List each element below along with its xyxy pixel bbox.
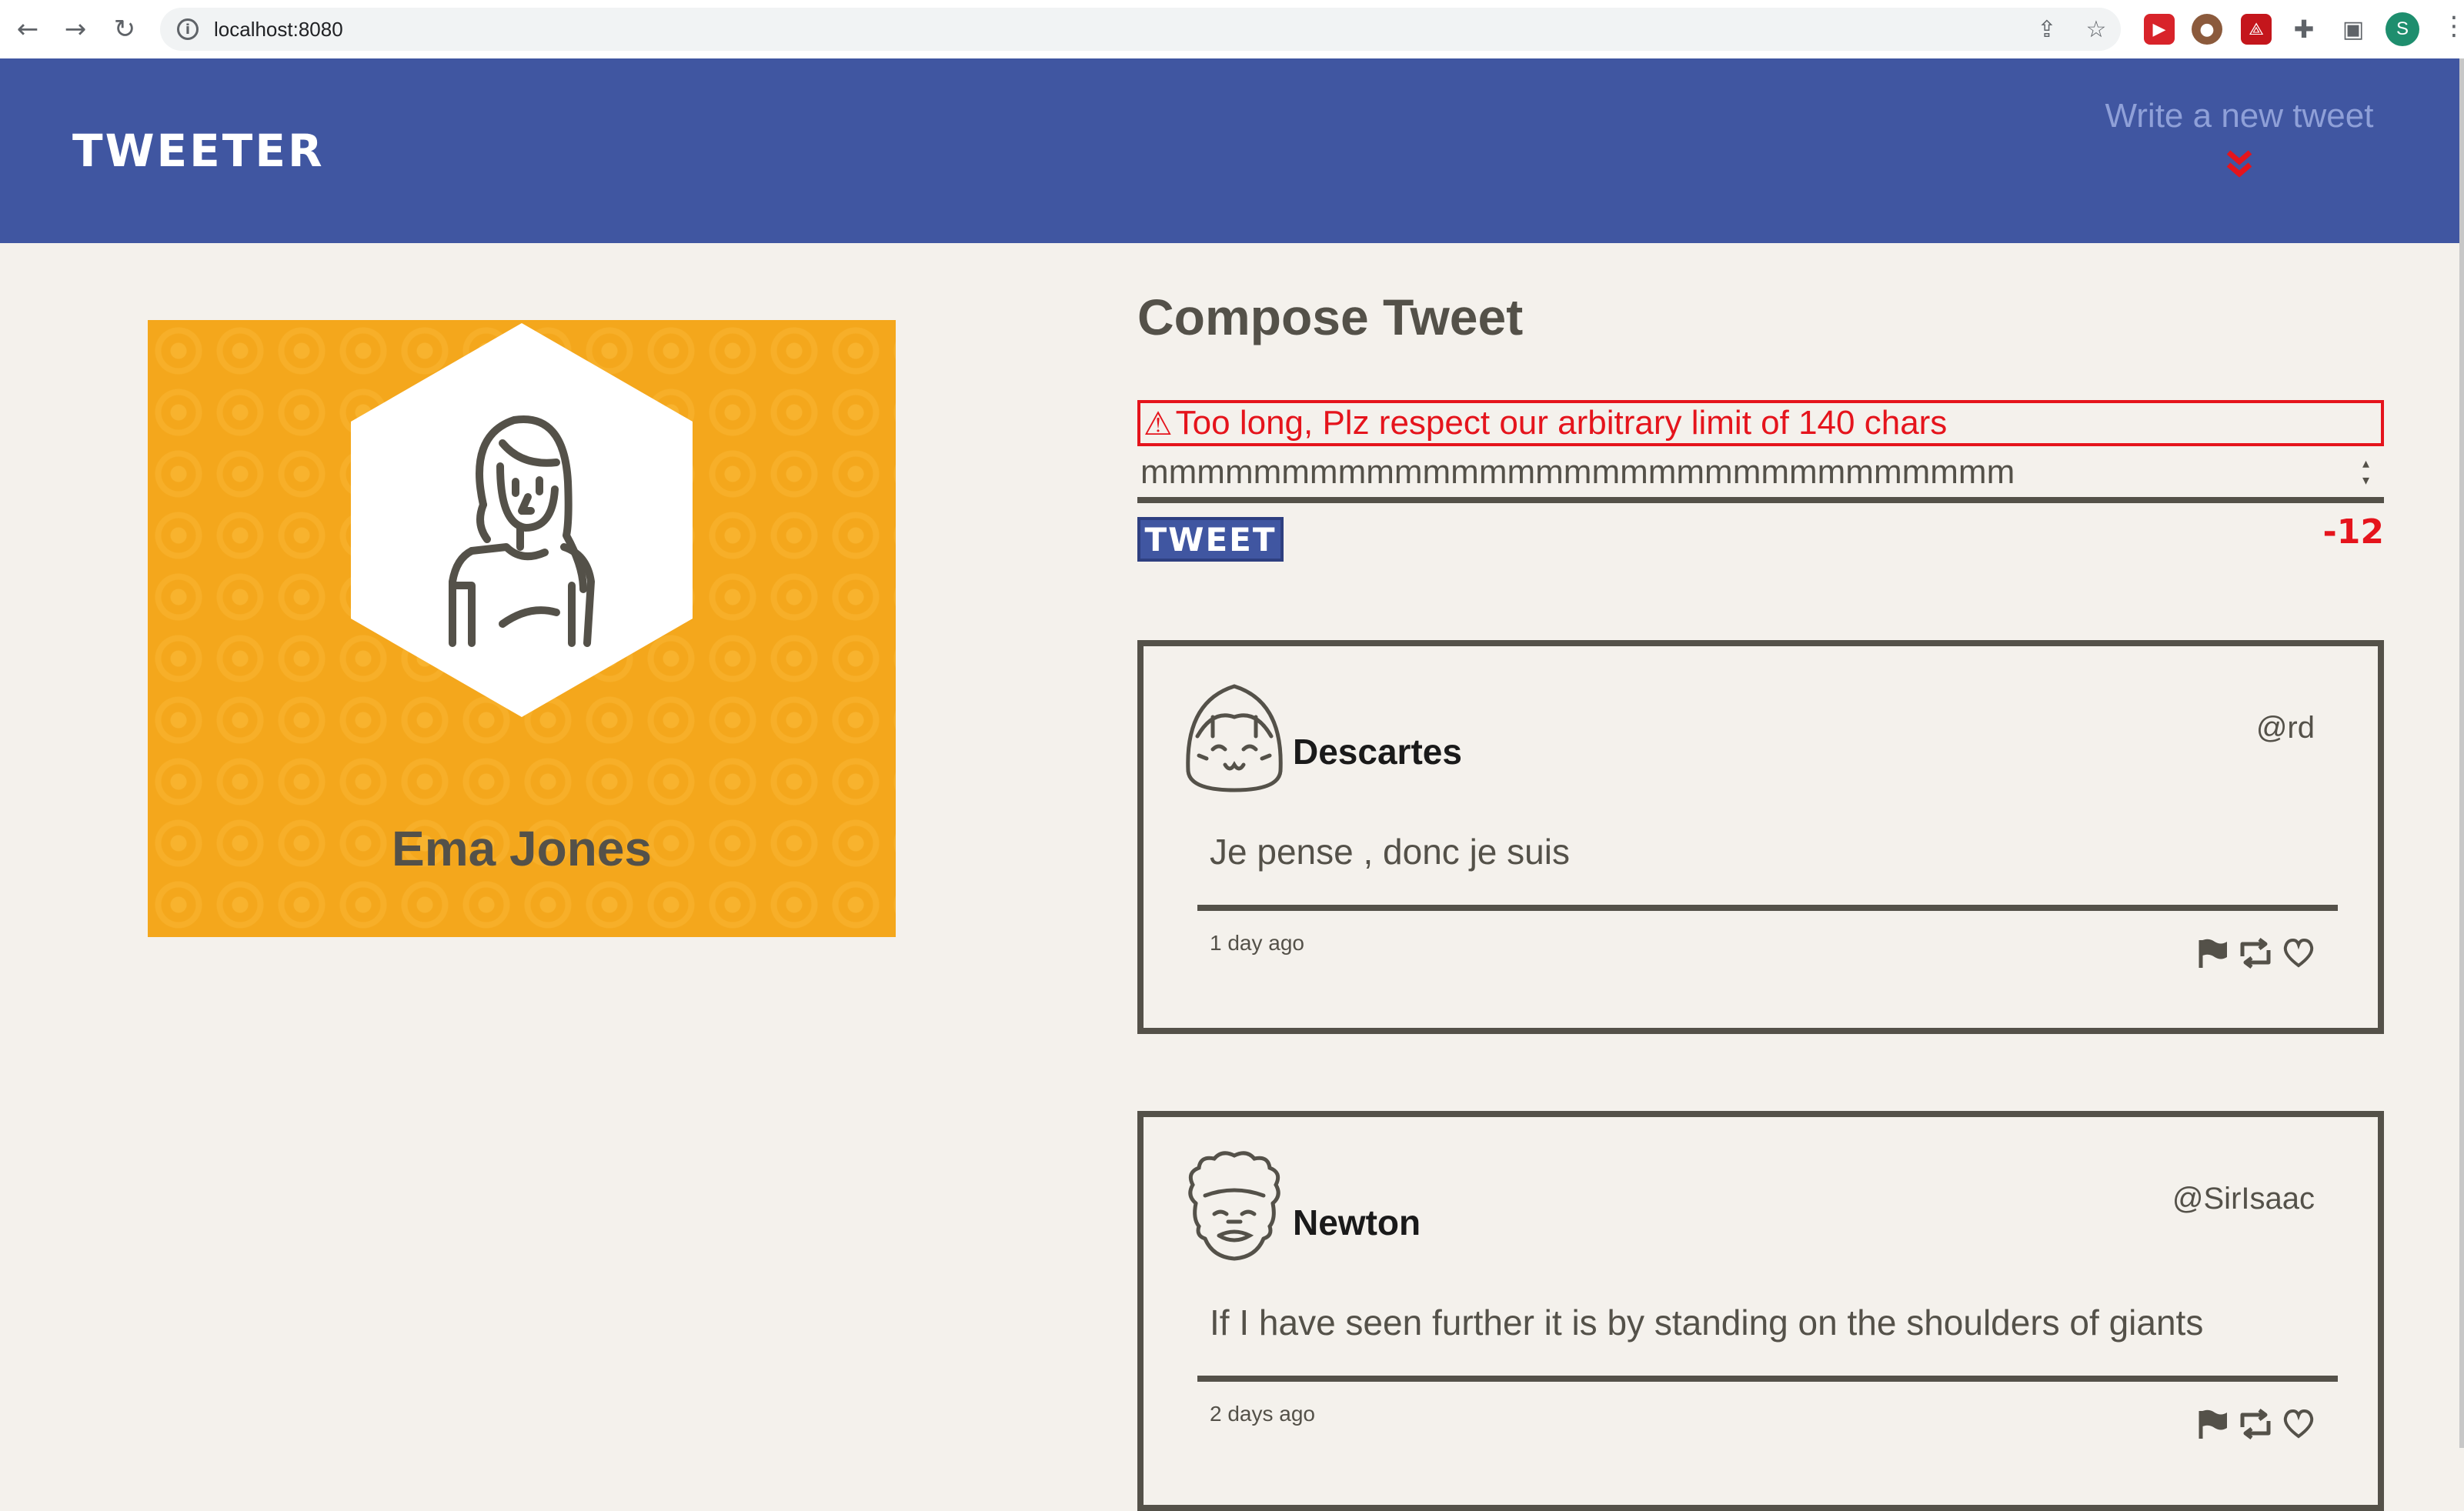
tweet-card: Newton @SirIsaac If I have seen further …: [1137, 1111, 2384, 1511]
chevron-double-down-icon[interactable]: [2218, 149, 2261, 185]
app-header: TWEETER Write a new tweet: [0, 58, 2459, 243]
warning-icon: ⚠: [1144, 405, 1173, 442]
compose-title: Compose Tweet: [1137, 289, 1524, 345]
address-bar[interactable]: i localhost:8080 ⇪ ☆: [160, 8, 2121, 51]
user-avatar-icon: [449, 415, 595, 647]
url-text: localhost:8080: [214, 17, 343, 41]
forward-icon[interactable]: →: [54, 8, 97, 51]
tweet-textarea[interactable]: mmmmmmmmmmmmmmmmmmmmmmmmmmmmmmm: [1137, 451, 2384, 494]
flag-icon[interactable]: [2193, 934, 2232, 972]
error-text: Too long, Plz respect our arbitrary limi…: [1175, 404, 1948, 442]
tweet-timestamp: 2 days ago: [1210, 1402, 1315, 1426]
tweet-divider: [1197, 905, 2338, 911]
browser-toolbar: ← → ↻ i localhost:8080 ⇪ ☆ ▶ ● ⟁ ✚ ▣ S ⋮: [0, 0, 2464, 60]
tweet-actions: [2193, 934, 2318, 972]
share-icon[interactable]: ⇪: [2033, 15, 2061, 43]
avatar-hexagon: [351, 323, 693, 717]
write-new-tweet-link[interactable]: Write a new tweet: [2078, 97, 2401, 135]
tweet-author-handle: @SirIsaac: [2172, 1182, 2315, 1216]
app-logo[interactable]: TWEETER: [72, 125, 325, 177]
side-panel-icon[interactable]: ▣: [2338, 14, 2369, 45]
scrollbar[interactable]: [2459, 58, 2464, 1448]
textarea-underline: [1137, 497, 2384, 503]
retweet-icon[interactable]: [2236, 934, 2275, 972]
tweet-author-name: Descartes: [1293, 732, 1462, 772]
char-counter: -12: [2322, 512, 2385, 552]
youtube-extension-icon[interactable]: ▶: [2144, 14, 2175, 45]
retweet-icon[interactable]: [2236, 1405, 2275, 1443]
textarea-scroll-arrows[interactable]: ▴ ▾: [2362, 455, 2369, 489]
reload-icon[interactable]: ↻: [103, 8, 146, 51]
heart-icon[interactable]: [2279, 1405, 2318, 1443]
newton-avatar-icon: [1188, 1151, 1280, 1261]
tweet-divider: [1197, 1376, 2338, 1382]
error-message: ⚠ Too long, Plz respect our arbitrary li…: [1137, 400, 2384, 446]
tweet-submit-button[interactable]: TWEET: [1137, 517, 1284, 562]
user-name: Ema Jones: [392, 821, 652, 876]
tweet-text: Je pense , donc je suis: [1210, 832, 1570, 872]
descartes-avatar-icon: [1186, 684, 1283, 792]
tweet-timestamp: 1 day ago: [1210, 931, 1304, 955]
flag-icon[interactable]: [2193, 1405, 2232, 1443]
cookie-extension-icon[interactable]: ●: [2192, 14, 2222, 45]
user-profile-card: Ema Jones: [148, 320, 896, 937]
tweet-author-name: Newton: [1293, 1202, 1421, 1242]
site-info-icon[interactable]: i: [177, 18, 199, 40]
profile-avatar[interactable]: S: [2386, 12, 2419, 46]
heart-icon[interactable]: [2279, 934, 2318, 972]
tweet-author-handle: @rd: [2255, 711, 2315, 745]
back-icon[interactable]: ←: [6, 8, 49, 51]
extensions-puzzle-icon[interactable]: ✚: [2289, 14, 2319, 45]
tweet-text: If I have seen further it is by standing…: [1210, 1303, 2204, 1343]
bookmark-star-icon[interactable]: ☆: [2082, 15, 2110, 43]
browser-menu-icon[interactable]: ⋮: [2441, 11, 2464, 42]
pdf-extension-icon[interactable]: ⟁: [2241, 14, 2272, 45]
tweet-card: Descartes @rd Je pense , donc je suis 1 …: [1137, 640, 2384, 1034]
tweet-actions: [2193, 1405, 2318, 1443]
